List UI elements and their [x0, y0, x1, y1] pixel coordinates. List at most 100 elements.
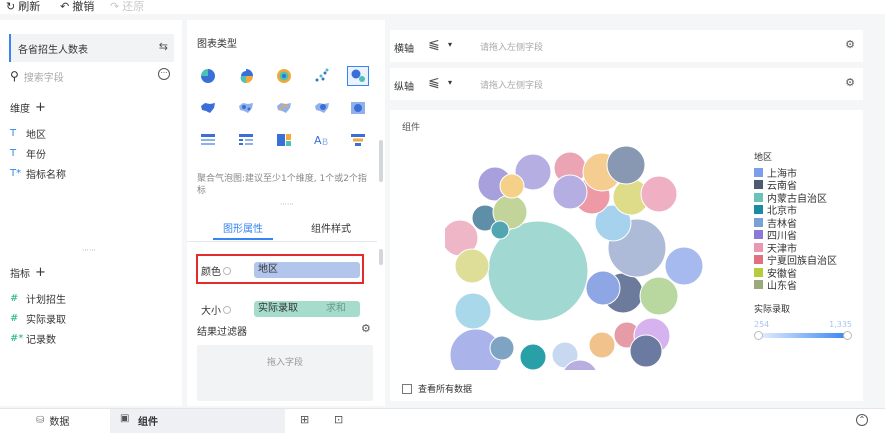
legend-swatch	[754, 242, 763, 252]
field-panel: 各省招生人数表 ⇆ ⚲ 搜索字段 ··· 维度 + T 地区 T 年份 T* 指…	[0, 20, 182, 406]
dataset-selector[interactable]: 各省招生人数表 ⇆	[9, 34, 174, 62]
bubble[interactable]	[454, 248, 490, 284]
chevron-down-icon[interactable]: ▾	[448, 78, 452, 87]
filter-settings-icon[interactable]: ⚙	[361, 322, 371, 335]
measure-field-actual[interactable]: # 实际录取	[10, 311, 66, 326]
dimension-header: 维度 +	[10, 100, 46, 115]
search-input[interactable]: 搜索字段	[24, 69, 64, 84]
field-label: 实际录取	[26, 315, 66, 326]
bubble[interactable]	[639, 276, 679, 316]
bubble-chart[interactable]	[445, 130, 715, 370]
property-scrollbar[interactable]	[379, 249, 383, 265]
region-map-icon[interactable]	[197, 98, 219, 118]
y-axis-drop-zone[interactable]: 请拖入左侧字段	[480, 78, 543, 91]
legend-swatch	[754, 255, 763, 265]
size-aggregation[interactable]: 求和	[326, 301, 346, 317]
color-settings-icon[interactable]	[223, 266, 231, 275]
dimension-field-metric-name[interactable]: T* 指标名称	[10, 166, 66, 181]
pie-chart-icon[interactable]	[197, 66, 219, 86]
bubble[interactable]	[489, 335, 515, 361]
size-legend-title: 实际录取	[754, 305, 791, 315]
svg-text:B: B	[322, 138, 328, 147]
undo-icon: ↶	[60, 0, 70, 13]
svg-text:A: A	[314, 134, 322, 147]
bottom-bar: ⛁ 数据 ▣ 组件 ⊞ ⊡ ⌃	[0, 408, 885, 433]
point-map-icon[interactable]	[235, 98, 257, 118]
add-dashboard-icon[interactable]: ⊡	[334, 413, 343, 426]
bubble[interactable]	[499, 173, 525, 199]
bubble[interactable]	[664, 246, 704, 286]
field-search[interactable]: ⚲ 搜索字段	[10, 68, 160, 84]
x-axis-chart-type-icon[interactable]: ⫹	[428, 36, 440, 52]
word-cloud-icon[interactable]: AB	[311, 130, 333, 150]
add-measure-icon[interactable]: +	[35, 265, 46, 280]
treemap-icon[interactable]	[273, 130, 295, 150]
tab-component-label: 组件	[138, 417, 158, 428]
bubble[interactable]	[490, 220, 510, 240]
tab-component-style[interactable]: 组件样式	[311, 220, 351, 235]
refresh-button[interactable]: ↻ 刷新	[6, 0, 40, 14]
y-axis-label: 纵轴	[394, 82, 414, 93]
add-component-icon[interactable]: ⊞	[300, 413, 309, 426]
filter-drop-zone[interactable]: 拖入字段	[197, 345, 373, 401]
bubble[interactable]	[588, 331, 616, 359]
dimension-field-region[interactable]: T 地区	[10, 126, 46, 141]
size-settings-icon[interactable]	[223, 305, 231, 314]
bubble[interactable]	[629, 334, 663, 368]
bubble-map-icon[interactable]	[311, 98, 333, 118]
add-dimension-icon[interactable]: +	[35, 100, 46, 115]
legend-swatch	[754, 280, 763, 290]
funnel-chart-icon[interactable]	[347, 130, 369, 150]
size-field-pill[interactable]: 实际录取 求和	[254, 301, 360, 317]
resize-handle[interactable]: ⋯⋯	[280, 200, 294, 208]
slider-track	[758, 333, 848, 338]
chart-type-title: 图表类型	[197, 39, 237, 50]
show-all-data-toggle[interactable]: 查看所有数据	[402, 382, 472, 395]
bubble-chart-icon[interactable]	[347, 66, 369, 86]
bubble[interactable]	[454, 292, 492, 330]
rose-chart-icon[interactable]	[235, 66, 257, 86]
size-range-slider[interactable]	[754, 331, 852, 341]
sunburst-chart-icon[interactable]	[273, 66, 295, 86]
legend: 地区 上海市 云南省 内蒙古自治区 北京市 吉林省 四川省 天津市 宁夏回族自治区 安徽省 山东省…	[754, 150, 859, 341]
measure-field-count[interactable]: #* 记录数	[10, 331, 56, 346]
toolbar: ↻ 刷新 ↶ 撤销 ↷ 还原	[0, 0, 885, 14]
undo-button[interactable]: ↶ 撤销	[60, 0, 94, 14]
resize-handle[interactable]: ⋯⋯	[82, 246, 96, 254]
color-field-pill[interactable]: 地区	[254, 262, 360, 278]
redo-button[interactable]: ↷ 还原	[110, 0, 144, 14]
x-axis-drop-zone[interactable]: 请拖入左侧字段	[480, 40, 543, 53]
flow-map-icon[interactable]	[273, 98, 295, 118]
y-axis-chart-type-icon[interactable]: ⫹	[428, 74, 440, 90]
more-options-icon[interactable]: ···	[158, 68, 170, 80]
size-range-labels: 254 1,335	[754, 320, 852, 329]
tab-data[interactable]: ⛁ 数据	[36, 413, 69, 428]
x-axis-settings-icon[interactable]: ⚙	[845, 38, 855, 51]
bubble[interactable]	[640, 175, 678, 213]
measure-field-planned[interactable]: # 计划招生	[10, 291, 66, 306]
y-axis-settings-icon[interactable]: ⚙	[845, 76, 855, 89]
tab-component[interactable]: ▣ 组件	[110, 409, 285, 433]
scatter-chart-icon[interactable]	[311, 66, 333, 86]
bubble[interactable]	[606, 145, 646, 185]
slider-min-handle[interactable]	[754, 331, 763, 340]
heat-map-icon[interactable]	[347, 98, 369, 118]
collapse-icon[interactable]: ⌃	[856, 414, 868, 426]
bubble[interactable]	[585, 270, 621, 306]
slider-max-handle[interactable]	[843, 331, 852, 340]
dimension-field-year[interactable]: T 年份	[10, 146, 46, 161]
switch-dataset-icon[interactable]: ⇆	[159, 40, 168, 53]
chevron-down-icon[interactable]: ▾	[448, 40, 452, 49]
legend-item[interactable]: 山东省	[754, 279, 859, 290]
redo-label: 还原	[122, 0, 145, 13]
search-icon: ⚲	[10, 69, 19, 83]
bubble[interactable]	[519, 343, 547, 370]
chart-type-scrollbar[interactable]	[379, 140, 383, 182]
checkbox[interactable]	[402, 383, 412, 394]
cross-table-icon[interactable]	[235, 130, 257, 150]
tab-shape-properties[interactable]: 图形属性	[223, 220, 263, 235]
color-property: 颜色	[201, 263, 231, 278]
bubble[interactable]	[552, 174, 588, 210]
table-chart-icon[interactable]	[197, 130, 219, 150]
chart-hint: 聚合气泡图:建议至少1个维度, 1个或2个指标	[197, 174, 367, 196]
